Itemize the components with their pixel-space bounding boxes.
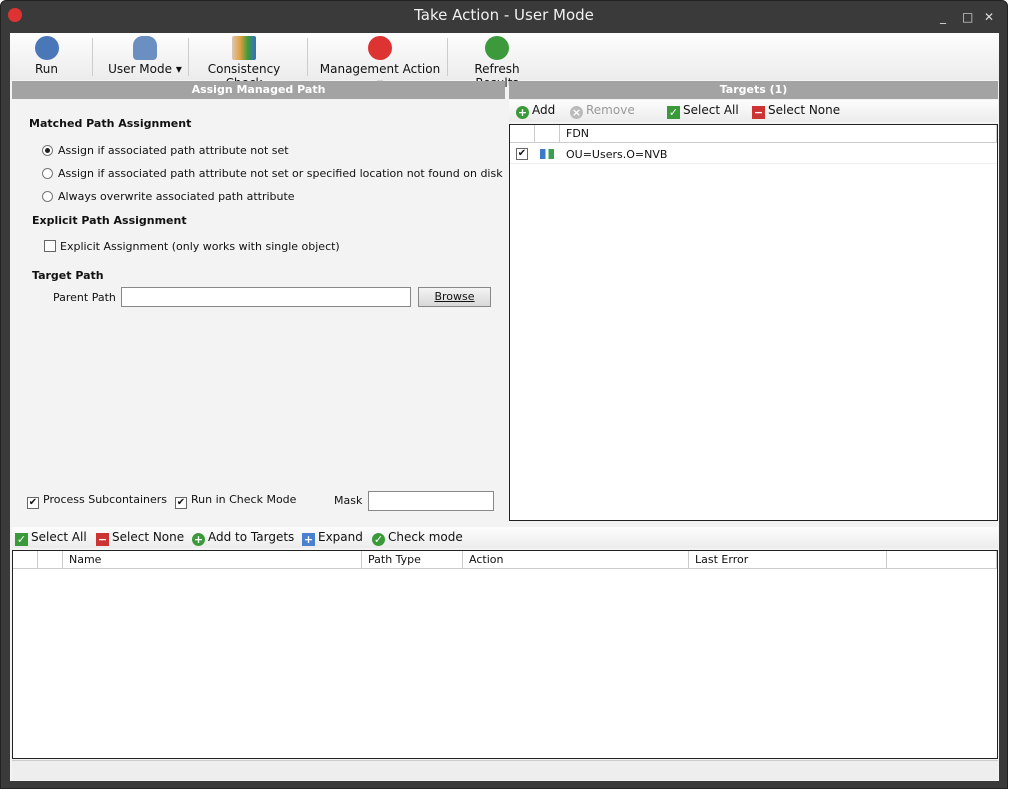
refresh-icon xyxy=(485,36,509,60)
management-action-button[interactable]: Management Action ▾ xyxy=(315,33,445,90)
target-path-title: Target Path xyxy=(32,269,104,282)
remove-label: Remove xyxy=(586,103,635,117)
run-in-check-mode-checkbox[interactable]: ✔ Run in Check Mode xyxy=(175,493,296,509)
run-button[interactable]: Run xyxy=(24,33,69,80)
org-unit-icon xyxy=(540,149,554,159)
radio-label: Assign if associated path attribute not … xyxy=(58,167,503,180)
mask-input[interactable] xyxy=(368,491,494,511)
radio-label: Assign if associated path attribute not … xyxy=(58,144,289,157)
radio-button[interactable] xyxy=(42,145,53,156)
radio-button[interactable] xyxy=(42,168,53,179)
column-header-name[interactable]: Name xyxy=(63,551,362,569)
user-mode-button[interactable]: User Mode ▾ xyxy=(105,33,185,80)
checkbox[interactable]: ✔ xyxy=(175,497,187,509)
results-toolbar: ✓ Select All − Select None + Add to Targets… xyxy=(12,527,998,548)
column-header-action[interactable]: Action xyxy=(463,551,689,569)
close-button[interactable]: ✕ xyxy=(984,10,994,24)
separator xyxy=(188,38,189,76)
minimize-button[interactable]: _ xyxy=(940,10,946,24)
expand-icon: + xyxy=(302,533,315,546)
matched-path-title: Matched Path Assignment xyxy=(29,117,192,130)
targets-header: Targets (1) xyxy=(509,81,998,99)
label: Select All xyxy=(31,530,87,544)
select-none-results-button[interactable]: − Select None xyxy=(96,527,184,547)
minus-icon: − xyxy=(752,106,765,119)
checkbox-label: Run in Check Mode xyxy=(191,493,297,506)
targets-toolbar: + Add × Remove ✓ Select All − Select None xyxy=(509,100,998,122)
column-header-check[interactable] xyxy=(510,125,535,143)
play-icon xyxy=(34,36,59,60)
run-label: Run xyxy=(34,62,58,76)
remove-button[interactable]: × Remove xyxy=(570,100,635,120)
label: Select None xyxy=(112,530,185,544)
check-icon: ✓ xyxy=(15,533,28,546)
label: Add to Targets xyxy=(208,530,295,544)
assign-managed-path-header: Assign Managed Path xyxy=(12,81,505,99)
add-button[interactable]: + Add xyxy=(516,100,555,120)
remove-icon: × xyxy=(570,106,583,119)
check-icon: ✓ xyxy=(667,106,680,119)
select-all-label: Select All xyxy=(683,103,739,117)
browse-button[interactable]: Browse xyxy=(418,287,491,307)
maximize-button[interactable]: □ xyxy=(962,10,973,24)
column-header-path-type[interactable]: Path Type xyxy=(362,551,463,569)
table-row[interactable]: ✔ OU=Users.O=NVB xyxy=(510,145,997,164)
user-icon xyxy=(133,36,157,60)
radio-label: Always overwrite associated path attribu… xyxy=(58,190,295,203)
select-all-results-button[interactable]: ✓ Select All xyxy=(15,527,87,547)
row-checkbox[interactable]: ✔ xyxy=(516,148,528,160)
management-action-label: Management Action xyxy=(319,62,441,76)
add-to-targets-button[interactable]: + Add to Targets xyxy=(192,527,294,547)
window-title: Take Action - User Mode xyxy=(414,6,594,24)
main-toolbar: Run User Mode ▾ Consistency Check Manage… xyxy=(10,33,999,90)
expand-button[interactable]: + Expand xyxy=(302,527,363,547)
checkbox-label: Explicit Assignment (only works with sin… xyxy=(60,240,340,253)
process-subcontainers-checkbox[interactable]: ✔ Process Subcontainers xyxy=(27,493,167,509)
refresh-results-button[interactable]: Refresh Results xyxy=(453,33,541,90)
targets-grid: FDN ✔ OU=Users.O=NVB xyxy=(509,124,998,521)
checkbox[interactable]: ✔ xyxy=(27,497,39,509)
checkbox[interactable] xyxy=(44,240,56,252)
hand-pointer-icon xyxy=(368,36,392,60)
column-header-last-error[interactable]: Last Error xyxy=(689,551,887,569)
radio-assign-if-not-found[interactable]: Assign if associated path attribute not … xyxy=(42,167,503,180)
plus-icon: + xyxy=(192,533,205,546)
consistency-check-button[interactable]: Consistency Check xyxy=(192,33,296,90)
column-header-icon[interactable] xyxy=(38,551,63,569)
explicit-assignment-checkbox[interactable]: Explicit Assignment (only works with sin… xyxy=(44,240,340,253)
radio-button[interactable] xyxy=(42,191,53,202)
separator xyxy=(447,38,448,76)
column-header-icon[interactable] xyxy=(535,125,560,143)
status-bar xyxy=(12,760,998,780)
chart-icon xyxy=(232,36,256,60)
parent-path-input[interactable] xyxy=(121,287,411,307)
minus-icon: − xyxy=(96,533,109,546)
separator xyxy=(307,38,308,76)
separator xyxy=(92,38,93,76)
add-label: Add xyxy=(532,103,556,117)
parent-path-label: Parent Path xyxy=(53,291,116,304)
radio-always-overwrite[interactable]: Always overwrite associated path attribu… xyxy=(42,190,295,203)
explicit-path-title: Explicit Path Assignment xyxy=(32,214,187,227)
column-header-filler xyxy=(887,551,997,569)
check-circle-icon: ✓ xyxy=(372,533,385,546)
mask-label: Mask xyxy=(334,494,363,507)
fdn-cell: OU=Users.O=NVB xyxy=(566,148,668,161)
column-header-check[interactable] xyxy=(13,551,38,569)
user-mode-label: User Mode xyxy=(108,62,173,76)
select-none-label: Select None xyxy=(768,103,841,117)
radio-assign-if-not-set[interactable]: Assign if associated path attribute not … xyxy=(42,144,289,157)
checkbox-label: Process Subcontainers xyxy=(43,493,168,506)
plus-icon: + xyxy=(516,106,529,119)
label: Check mode xyxy=(388,530,463,544)
column-header-fdn[interactable]: FDN xyxy=(560,125,997,143)
select-none-button[interactable]: − Select None xyxy=(752,100,840,120)
results-grid: Name Path Type Action Last Error xyxy=(12,550,998,759)
select-all-button[interactable]: ✓ Select All xyxy=(667,100,739,120)
check-mode-button[interactable]: ✓ Check mode xyxy=(372,527,463,547)
label: Expand xyxy=(318,530,363,544)
